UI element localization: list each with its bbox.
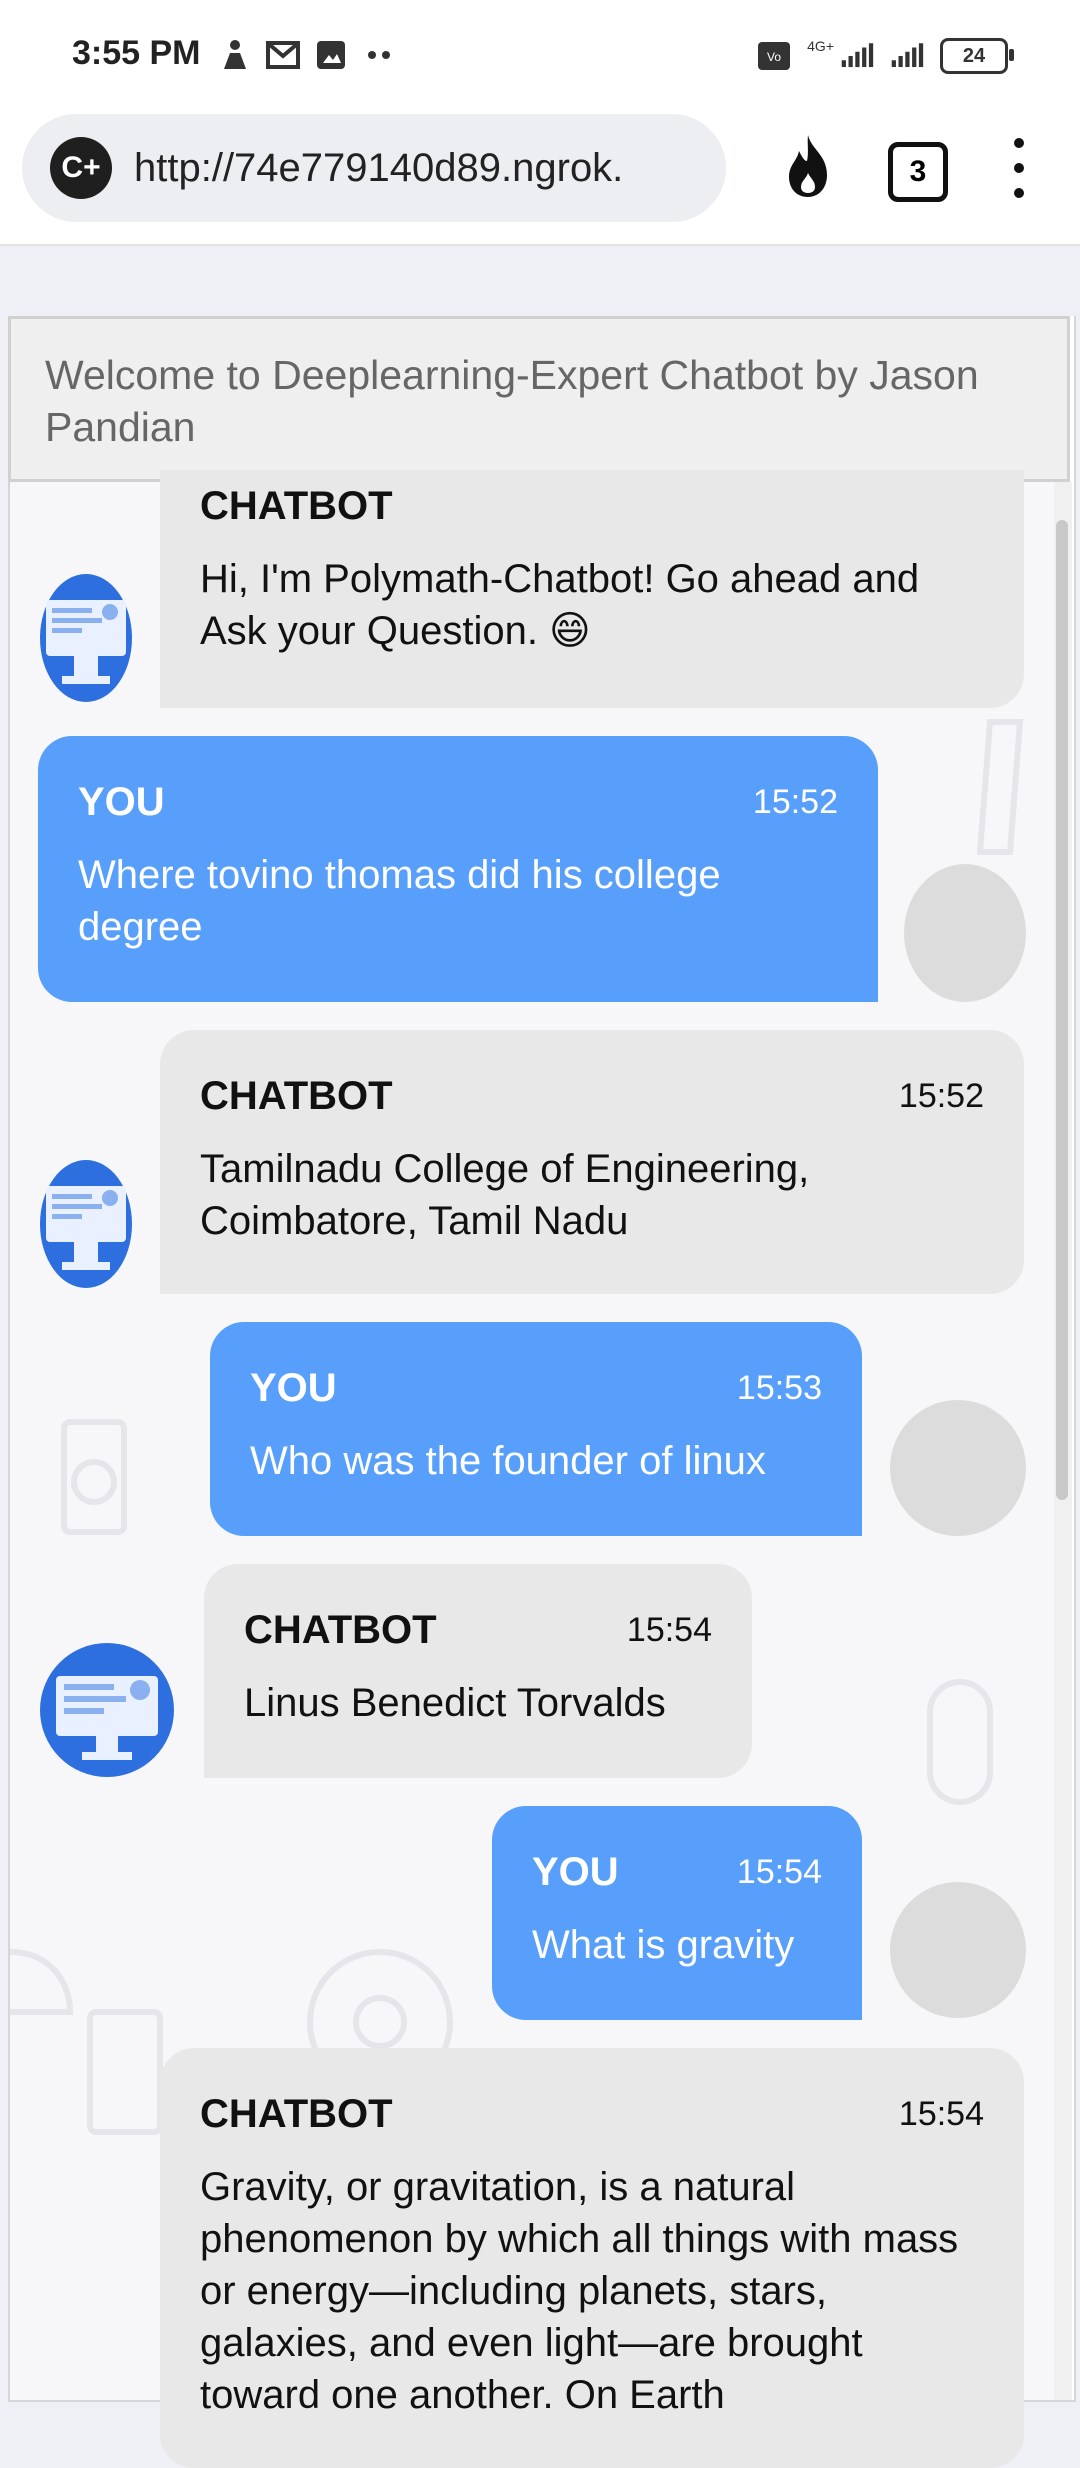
scrollbar-thumb[interactable]	[1056, 520, 1068, 1500]
chatbot-message: CHATBOT 15:54 Gravity, or gravitation, i…	[160, 2048, 1024, 2468]
browser-toolbar: C+ http://74e779140d89.ngrok. 3	[0, 108, 1080, 246]
url-text[interactable]: http://74e779140d89.ngrok.	[134, 146, 694, 191]
message-text: Gravity, or gravitation, is a natural ph…	[200, 2165, 959, 2417]
fire-icon[interactable]	[778, 130, 838, 202]
message-text: Where tovino thomas did his college degr…	[78, 853, 721, 949]
message-text: Tamilnadu College of Engineering, Coimba…	[200, 1147, 810, 1243]
message-time: 15:52	[752, 783, 838, 821]
message-sender: CHATBOT	[244, 1608, 437, 1652]
message-text: What is gravity	[532, 1923, 795, 1967]
user-message: YOU 15:53 Who was the founder of linux	[210, 1322, 862, 1536]
message-sender: CHATBOT	[200, 484, 393, 528]
message-time: 15:54	[626, 1611, 712, 1649]
user-avatar	[904, 864, 1026, 1002]
message-text: Hi, I'm Polymath-Chatbot! Go ahead and A…	[200, 557, 920, 653]
chatbot-message: CHATBOT Hi, I'm Polymath-Chatbot! Go ahe…	[160, 470, 1024, 708]
status-bar: 3:55 PM Vo 4G+ 24	[0, 0, 1080, 108]
network-type: 4G+	[807, 38, 834, 54]
message-time: 15:52	[898, 1077, 984, 1115]
message-sender: CHATBOT	[200, 2092, 393, 2136]
user-avatar	[890, 1400, 1026, 1536]
message-sender: YOU	[78, 780, 165, 824]
mail-icon	[266, 38, 300, 72]
more-notifications-icon	[362, 38, 396, 72]
user-avatar	[890, 1882, 1026, 2018]
tab-switcher-button[interactable]: 3	[888, 142, 948, 202]
signal-icon-1	[840, 39, 874, 73]
chat-header: Welcome to Deeplearning-Expert Chatbot b…	[8, 316, 1070, 482]
site-icon[interactable]: C+	[50, 137, 112, 199]
volte-icon: Vo	[757, 39, 791, 73]
user-message: YOU 15:52 Where tovino thomas did his co…	[38, 736, 878, 1002]
chatbot-message: CHATBOT 15:54 Linus Benedict Torvalds	[204, 1564, 752, 1778]
svg-text:Vo: Vo	[767, 50, 781, 64]
message-text: Who was the founder of linux	[250, 1439, 766, 1483]
message-time: 15:54	[736, 1853, 822, 1891]
chatbot-message: CHATBOT 15:52 Tamilnadu College of Engin…	[160, 1030, 1024, 1294]
more-menu-icon[interactable]	[1004, 138, 1034, 198]
notification-icons	[218, 38, 396, 72]
chatbot-avatar	[38, 1642, 176, 1778]
message-sender: CHATBOT	[200, 1074, 393, 1118]
message-time: 15:53	[736, 1369, 822, 1407]
address-bar[interactable]: C+ http://74e779140d89.ngrok.	[22, 114, 726, 222]
message-sender: YOU	[532, 1850, 619, 1894]
chatbot-avatar	[38, 1158, 134, 1290]
download-image-icon	[314, 38, 348, 72]
chatbot-avatar	[38, 572, 134, 704]
message-time: 15:54	[898, 2095, 984, 2133]
message-sender: YOU	[250, 1366, 337, 1410]
message-text: Linus Benedict Torvalds	[244, 1681, 666, 1725]
battery-icon: 24	[940, 38, 1014, 74]
signal-icon-2	[890, 39, 924, 73]
status-time: 3:55 PM	[72, 34, 201, 72]
user-message: YOU 15:54 What is gravity	[492, 1806, 862, 2020]
system-icons: Vo 4G+ 24	[757, 38, 1014, 74]
meditation-icon	[218, 38, 252, 72]
